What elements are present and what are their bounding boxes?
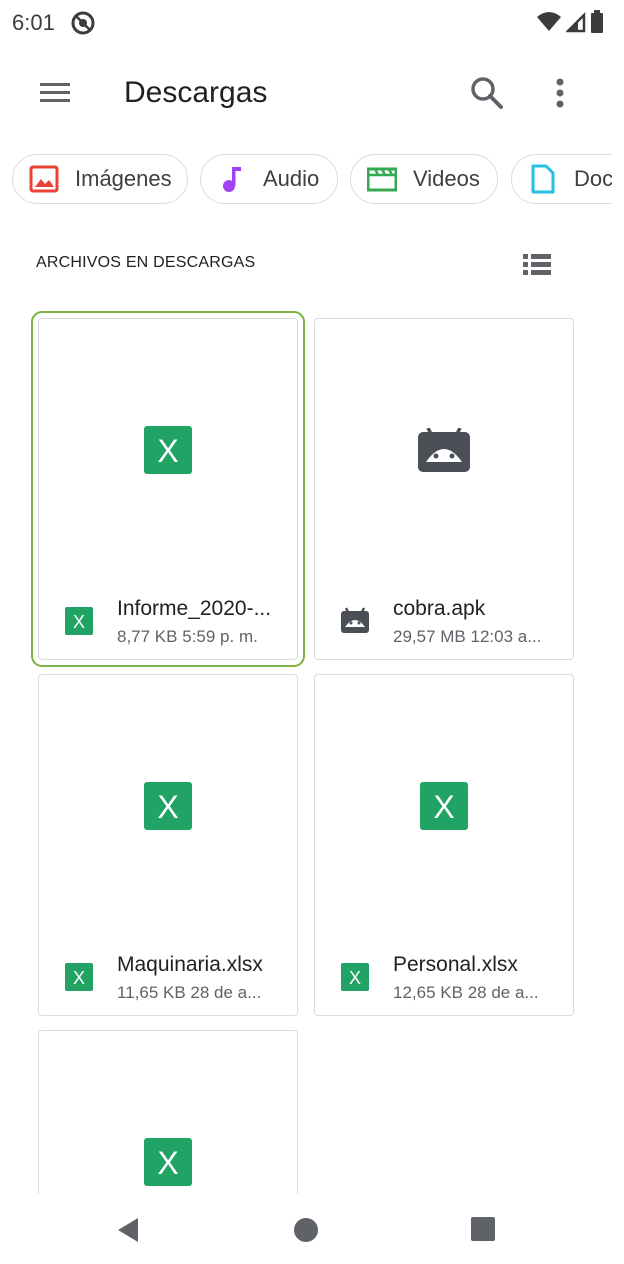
navigation-bar [0, 1194, 624, 1264]
file-size: 29,57 MB [393, 627, 466, 646]
back-icon[interactable] [114, 1216, 142, 1244]
section-header: ARCHIVOS EN DESCARGAS [36, 254, 256, 271]
wifi-icon [537, 12, 561, 31]
file-name: Personal.xlsx [393, 953, 518, 976]
app-bar: Descargas [0, 48, 624, 140]
excel-file-icon: X [420, 782, 468, 830]
home-icon[interactable] [292, 1216, 320, 1244]
file-meta: 11,65 KB 28 de a... [117, 983, 261, 1003]
file-name: Informe_2020-... [117, 597, 272, 620]
chip-label: Videos [413, 166, 480, 191]
page-title: Descargas [124, 76, 268, 109]
svg-text:X: X [157, 433, 178, 469]
search-icon[interactable] [468, 74, 506, 112]
status-bar: 6:01 [0, 0, 624, 48]
excel-file-icon: X [65, 963, 93, 991]
svg-text:X: X [73, 968, 85, 988]
chip-label: Imágenes [75, 166, 172, 191]
vpn-icon [71, 11, 95, 35]
battery-icon [591, 10, 603, 33]
excel-file-icon: X [144, 782, 192, 830]
svg-text:X: X [349, 968, 361, 988]
file-date: 12:03 a... [470, 627, 542, 646]
chip-label: Doc [574, 166, 612, 191]
file-size: 12,65 KB [393, 983, 463, 1002]
file-size: 11,65 KB [117, 983, 186, 1002]
video-clapper-icon [367, 167, 397, 192]
file-card[interactable]: X X Personal.xlsx 12,65 KB 28 de a... [314, 674, 574, 1016]
menu-icon[interactable] [38, 76, 72, 110]
recents-icon[interactable] [470, 1216, 496, 1242]
excel-file-icon: X [144, 426, 192, 474]
file-date: 28 de a... [190, 983, 262, 1002]
file-meta: 12,65 KB 28 de a... [393, 983, 539, 1003]
status-icons [536, 10, 604, 34]
excel-file-icon: X [341, 963, 369, 991]
chip-label: Audio [263, 166, 320, 191]
file-date: 5:59 p. m. [182, 627, 258, 646]
status-time: 6:01 [12, 10, 55, 35]
signal-icon [566, 11, 586, 33]
image-icon [29, 165, 59, 193]
file-date: 28 de a... [467, 983, 539, 1002]
file-card[interactable]: cobra.apk 29,57 MB 12:03 a... [314, 318, 574, 660]
file-meta: 29,57 MB 12:03 a... [393, 627, 541, 647]
svg-text:X: X [433, 789, 454, 825]
file-name: Maquinaria.xlsx [117, 953, 263, 976]
chip-documents[interactable]: Doc [511, 154, 612, 204]
svg-text:X: X [73, 612, 85, 632]
android-apk-icon [418, 428, 470, 472]
svg-text:X: X [157, 1145, 178, 1181]
chip-images[interactable]: Imágenes [12, 154, 188, 204]
file-size: 8,77 KB [117, 627, 178, 646]
excel-file-icon: X [65, 607, 93, 635]
file-meta: 8,77 KB 5:59 p. m. [117, 627, 258, 647]
more-vert-icon[interactable] [546, 74, 574, 112]
excel-file-icon: X [144, 1138, 192, 1186]
document-icon [531, 164, 555, 194]
file-card[interactable]: X X Informe_2020-... 8,77 KB 5:59 p. m. [31, 311, 305, 667]
file-card[interactable]: X X Maquinaria.xlsx 11,65 KB 28 de a... [38, 674, 298, 1016]
chip-audio[interactable]: Audio [200, 154, 338, 204]
list-view-icon[interactable] [520, 250, 554, 280]
file-name: cobra.apk [393, 597, 486, 620]
svg-text:X: X [157, 789, 178, 825]
android-apk-icon [341, 607, 369, 633]
category-chips: Imágenes Audio Videos Doc [0, 154, 612, 206]
music-note-icon [223, 167, 241, 192]
chip-videos[interactable]: Videos [350, 154, 498, 204]
